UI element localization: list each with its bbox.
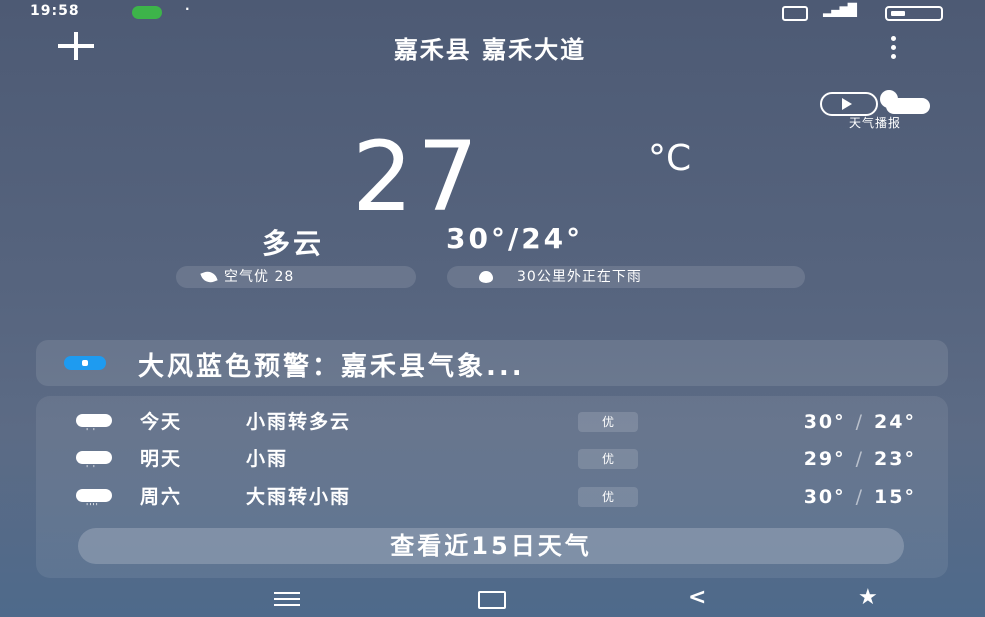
forecast-day: 明天: [140, 448, 183, 470]
weather-broadcast-label: 天气播报: [848, 116, 901, 130]
light-rain-icon: ' ': [70, 451, 116, 473]
forecast-day: 周六: [140, 486, 183, 508]
rain-notice-text: 30公里外正在下雨: [517, 269, 642, 285]
air-quality-text: 空气优 28: [224, 269, 295, 285]
forecast-day: 今天: [140, 411, 183, 433]
forecast-high: 30°: [803, 486, 846, 508]
forecast-high: 30°: [803, 411, 846, 433]
forecast-low: 23°: [874, 448, 916, 470]
current-high-low: 30°/24°: [446, 222, 584, 255]
forecast-row[interactable]: '''' 周六 大雨转小雨 优 30° / 15°: [36, 481, 948, 513]
play-sun-cloud-icon: [818, 90, 932, 116]
accessibility-icon[interactable]: ★: [858, 586, 878, 610]
dot-icon: ·: [185, 2, 190, 16]
signal-icon: ▂▄▆█: [823, 3, 857, 17]
play-icon: [820, 92, 878, 116]
air-quality-pill[interactable]: 空气优 28: [176, 266, 416, 288]
forecast-aqi-badge: 优: [578, 487, 638, 507]
view-15-day-forecast-button[interactable]: 查看近15日天气: [78, 528, 904, 564]
status-time: 19:58: [30, 3, 80, 19]
forecast-row[interactable]: ' ' 今天 小雨转多云 优 30° / 24°: [36, 406, 948, 438]
rain-notice-pill[interactable]: 30公里外正在下雨: [447, 266, 805, 288]
forecast-condition: 大雨转小雨: [246, 486, 352, 508]
forecast-temperature: 30° / 15°: [696, 481, 916, 513]
forecast-temperature: 29° / 23°: [696, 443, 916, 475]
forecast-row[interactable]: ' ' 明天 小雨 优 29° / 23°: [36, 443, 948, 475]
forecast-condition: 小雨转多云: [246, 411, 352, 433]
forecast-separator: /: [855, 486, 865, 508]
menu-icon[interactable]: [274, 592, 300, 606]
battery-icon: [885, 6, 943, 21]
heavy-rain-icon: '''': [70, 489, 116, 511]
forecast-aqi-badge: 优: [578, 449, 638, 469]
system-nav-bar: < ★: [0, 582, 985, 617]
nfc-icon: [782, 6, 808, 21]
add-city-button[interactable]: [56, 32, 96, 64]
forecast-separator: /: [855, 448, 865, 470]
forecast-condition: 小雨: [246, 448, 289, 470]
forecast-low: 24°: [874, 411, 916, 433]
light-rain-icon: ' ': [70, 414, 116, 436]
current-condition: 多云: [262, 227, 325, 260]
notification-badge-icon: [132, 6, 162, 19]
current-temperature: 27: [352, 121, 483, 233]
forecast-low: 15°: [874, 486, 916, 508]
forecast-separator: /: [855, 411, 865, 433]
rain-drop-icon: [479, 271, 493, 283]
top-bar: 嘉禾县 嘉禾大道: [0, 26, 985, 66]
home-icon[interactable]: [478, 591, 506, 609]
more-vertical-icon: [890, 36, 896, 41]
forecast-aqi-badge: 优: [578, 412, 638, 432]
leaf-icon: [200, 268, 218, 286]
forecast-high: 29°: [803, 448, 846, 470]
temperature-unit: °C: [648, 138, 692, 179]
more-options-button[interactable]: [886, 36, 900, 64]
weather-alert-card[interactable]: 大风蓝色预警：嘉禾县气象...: [36, 340, 948, 386]
current-condition-line: 多云 30°/24°: [262, 222, 732, 262]
sun-cloud-icon: [878, 90, 930, 114]
back-icon[interactable]: <: [688, 586, 706, 610]
location-title: 嘉禾县 嘉禾大道: [393, 36, 587, 64]
alert-text: 大风蓝色预警：嘉禾县气象...: [138, 352, 525, 382]
status-bar: 19:58 · ▂▄▆█: [0, 0, 985, 24]
forecast-temperature: 30° / 24°: [696, 406, 916, 438]
weather-broadcast-button[interactable]: 天气播报: [818, 90, 932, 132]
alert-badge-icon: [64, 356, 106, 370]
